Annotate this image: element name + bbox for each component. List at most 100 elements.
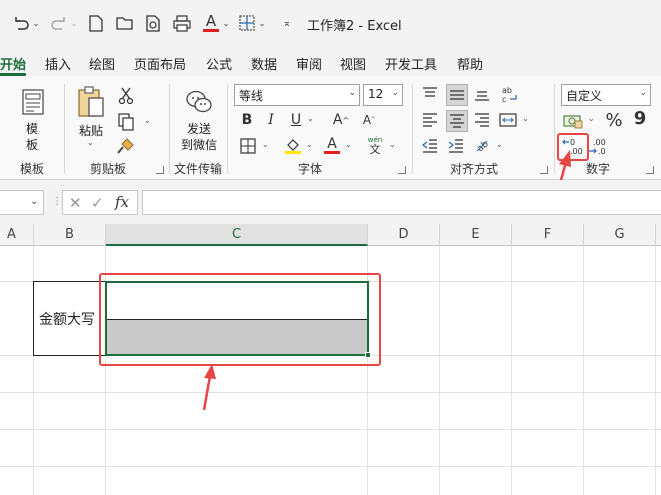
undo-icon[interactable] (8, 12, 34, 34)
italic-icon[interactable]: I (262, 110, 280, 130)
increase-font-size-icon[interactable]: A ^ (330, 110, 352, 130)
open-folder-icon[interactable] (114, 12, 136, 34)
phonetic-guide-icon[interactable]: wén 文 (364, 134, 386, 156)
gridline (583, 246, 584, 495)
font-color-quick-icon[interactable]: A (200, 12, 222, 34)
number-format-select[interactable]: 自定义 ⌄ (561, 84, 651, 106)
font-color-quick-dropdown-icon[interactable]: ⌄ (222, 12, 230, 34)
copy-icon[interactable] (116, 112, 136, 132)
column-header-d[interactable]: D (368, 224, 440, 246)
cancel-icon[interactable]: ✕ (69, 194, 82, 212)
wechat-icon[interactable] (184, 88, 214, 116)
template-icon[interactable] (20, 88, 46, 116)
borders-quick-icon[interactable] (236, 12, 258, 34)
fill-color-icon[interactable] (283, 136, 303, 156)
customize-toolbar-icon[interactable]: ⌅ (280, 12, 294, 34)
decrease-font-size-icon[interactable]: Aˇ (358, 110, 380, 130)
font-launcher-icon[interactable] (398, 166, 406, 174)
column-header-a[interactable]: A (0, 224, 34, 246)
phonetic-dropdown-icon[interactable]: ⌄ (389, 140, 396, 149)
column-header-next[interactable] (656, 224, 661, 246)
undo-dropdown-icon[interactable]: ⌄ (32, 12, 40, 34)
gridline (0, 392, 661, 393)
column-header-b[interactable]: B (34, 224, 106, 246)
align-middle-icon[interactable] (446, 84, 468, 106)
underline-dropdown-icon[interactable]: ⌄ (307, 114, 314, 123)
font-color-icon[interactable]: A (322, 134, 342, 156)
align-bottom-icon[interactable] (472, 84, 492, 104)
decrease-decimal-icon[interactable]: .00.0 (587, 136, 611, 158)
print-icon[interactable] (170, 12, 194, 34)
redo-dropdown-icon[interactable]: ⌄ (70, 12, 78, 34)
align-center-icon[interactable] (446, 110, 468, 132)
number-launcher-icon[interactable] (646, 166, 654, 174)
increase-indent-icon[interactable] (446, 136, 466, 156)
underline-icon[interactable]: U (287, 110, 305, 130)
tab-home[interactable]: 开始 (0, 54, 26, 73)
tab-draw[interactable]: 绘图 (89, 54, 115, 73)
align-right-icon[interactable] (472, 110, 492, 130)
borders-icon[interactable] (238, 136, 258, 156)
paste-dropdown-icon[interactable]: ⌄ (87, 138, 94, 147)
tab-developer[interactable]: 开发工具 (385, 54, 437, 73)
group-label-number: 数字 (586, 162, 611, 176)
tab-help[interactable]: 帮助 (457, 54, 483, 73)
column-header-c[interactable]: C (106, 224, 368, 246)
new-file-icon[interactable] (86, 12, 106, 34)
number-format-dropdown-icon: ⌄ (639, 88, 647, 98)
print-preview-icon[interactable] (142, 12, 164, 34)
cell-b-amount-label[interactable]: 金额大写 (33, 281, 106, 356)
window-title: 工作簿2 - Excel (307, 19, 402, 34)
align-left-icon[interactable] (420, 110, 440, 130)
wrap-text-icon[interactable]: ab c (498, 82, 522, 106)
merge-center-icon[interactable] (498, 110, 518, 130)
font-name-dropdown-icon: ⌄ (348, 88, 356, 98)
font-size-select[interactable]: 12 ⌄ (363, 84, 403, 106)
paste-label[interactable]: 粘贴 (76, 122, 106, 139)
template-label-2[interactable]: 板 (22, 136, 42, 153)
formula-bar-grip[interactable]: ⋮ (52, 196, 62, 210)
name-box-dropdown-icon[interactable]: ⌄ (30, 196, 38, 207)
cut-icon[interactable] (116, 86, 136, 106)
paste-icon[interactable] (76, 86, 106, 118)
enter-icon[interactable]: ✓ (91, 194, 104, 212)
ribbon-separator (169, 84, 170, 174)
insert-function-icon[interactable]: fx (115, 193, 129, 211)
tab-review[interactable]: 审阅 (296, 54, 322, 73)
ribbon-separator (412, 84, 413, 174)
clipboard-launcher-icon[interactable] (156, 166, 164, 174)
alignment-launcher-icon[interactable] (540, 166, 548, 174)
percent-style-icon[interactable]: % (603, 108, 625, 132)
borders-dropdown-icon[interactable]: ⌄ (262, 140, 269, 149)
borders-quick-dropdown-icon[interactable]: ⌄ (258, 12, 266, 34)
font-color-dropdown-icon[interactable]: ⌄ (345, 140, 352, 149)
tab-data[interactable]: 数据 (251, 54, 277, 73)
template-label-1[interactable]: 模 (22, 120, 42, 137)
tab-insert[interactable]: 插入 (45, 54, 71, 73)
format-painter-icon[interactable] (116, 136, 136, 156)
formula-input[interactable] (142, 190, 661, 215)
copy-dropdown-icon[interactable]: ⌄ (144, 116, 151, 125)
accounting-format-icon[interactable] (562, 110, 584, 132)
redo-icon[interactable] (46, 12, 72, 34)
send-to-wechat-label-2[interactable]: 到微信 (178, 136, 220, 153)
orientation-dropdown-icon[interactable]: ⌄ (496, 140, 503, 149)
send-to-wechat-label-1[interactable]: 发送 (180, 120, 218, 137)
decrease-indent-icon[interactable] (420, 136, 440, 156)
orientation-icon[interactable]: ab (472, 134, 492, 156)
bold-icon[interactable]: B (238, 110, 256, 130)
accounting-dropdown-icon[interactable]: ⌄ (588, 114, 595, 123)
tab-formulas[interactable]: 公式 (206, 54, 232, 73)
column-header-e[interactable]: E (440, 224, 512, 246)
group-label-font: 字体 (298, 162, 323, 176)
column-header-g[interactable]: G (584, 224, 656, 246)
tab-page-layout[interactable]: 页面布局 (134, 54, 186, 73)
column-header-f[interactable]: F (512, 224, 584, 246)
font-name-select[interactable]: 等线 ⌄ (234, 84, 360, 106)
merge-dropdown-icon[interactable]: ⌄ (522, 114, 529, 123)
comma-style-icon[interactable]: 9 (632, 106, 648, 130)
tab-view[interactable]: 视图 (340, 54, 366, 73)
align-top-icon[interactable] (420, 84, 440, 104)
fill-color-dropdown-icon[interactable]: ⌄ (306, 140, 313, 149)
annotation-arrow-cell (202, 364, 216, 411)
